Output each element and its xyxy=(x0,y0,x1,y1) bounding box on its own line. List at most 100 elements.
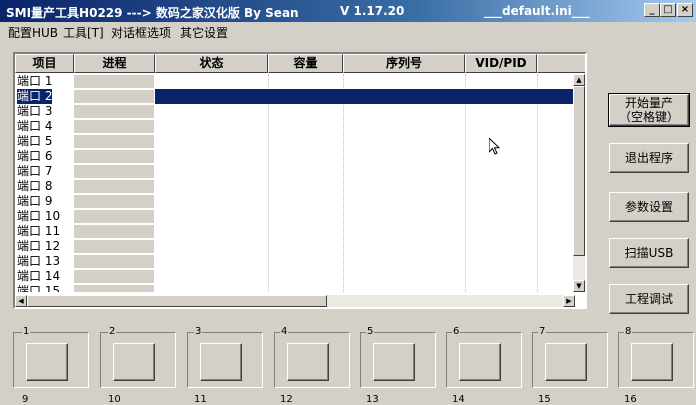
table-row-selected[interactable]: 端口 2 xyxy=(15,89,575,104)
list-header: 项目 进程 状态 容量 序列号 VID/PID xyxy=(15,54,585,73)
port-panel-3 xyxy=(187,332,263,388)
progress-cell xyxy=(74,105,154,118)
port-number: 7 xyxy=(538,326,547,337)
port-panel-4 xyxy=(274,332,350,388)
table-row[interactable]: 端口 12 xyxy=(15,239,575,254)
port-indicator[interactable] xyxy=(113,343,155,381)
table-row[interactable]: 端口 14 xyxy=(15,269,575,284)
port-panel-5 xyxy=(360,332,436,388)
scroll-up-icon[interactable]: ▲ xyxy=(573,74,585,86)
port-indicator[interactable] xyxy=(373,343,415,381)
port-name: 端口 9 xyxy=(17,194,53,208)
port-name: 端口 5 xyxy=(17,134,53,148)
table-row[interactable]: 端口 8 xyxy=(15,179,575,194)
close-button[interactable]: × xyxy=(677,3,693,17)
port-panel-8 xyxy=(618,332,694,388)
progress-cell xyxy=(74,120,154,133)
progress-cell xyxy=(74,75,154,88)
port-name: 端口 2 xyxy=(17,89,53,104)
col-progress[interactable]: 进程 xyxy=(74,54,155,73)
table-row[interactable]: 端口 11 xyxy=(15,224,575,239)
port-name: 端口 14 xyxy=(17,269,61,283)
col-item[interactable]: 项目 xyxy=(15,54,74,73)
start-button-line2: （空格键） xyxy=(618,110,679,124)
port-indicator[interactable] xyxy=(200,343,242,381)
progress-cell xyxy=(74,270,154,283)
parameter-settings-button[interactable]: 参数设置 xyxy=(609,192,689,222)
table-row[interactable]: 端口 7 xyxy=(15,164,575,179)
scroll-right-icon[interactable]: ▶ xyxy=(563,295,575,307)
progress-cell xyxy=(74,255,154,268)
progress-cell xyxy=(74,90,154,103)
table-row[interactable]: 端口 4 xyxy=(15,119,575,134)
port-indicator[interactable] xyxy=(545,343,587,381)
port-number: 6 xyxy=(452,326,461,337)
menu-dialog-options[interactable]: 对话框选项 xyxy=(111,24,171,41)
progress-cell xyxy=(74,210,154,223)
port-number: 2 xyxy=(108,326,117,337)
port-name: 端口 4 xyxy=(17,119,53,133)
vertical-scrollbar[interactable]: ▲ ▼ xyxy=(573,74,585,292)
table-row[interactable]: 端口 15 xyxy=(15,284,575,292)
progress-cell xyxy=(74,195,154,208)
ini-label: ___default.ini___ xyxy=(484,4,590,18)
minimize-button[interactable]: _ xyxy=(644,3,660,17)
port-number: 3 xyxy=(194,326,203,337)
progress-cell xyxy=(74,180,154,193)
mouse-cursor-icon xyxy=(489,138,501,155)
port-number: 5 xyxy=(366,326,375,337)
engineering-debug-button[interactable]: 工程调试 xyxy=(609,284,689,314)
progress-cell xyxy=(74,240,154,253)
menu-config-hub[interactable]: 配置HUB xyxy=(8,24,58,41)
scroll-left-icon[interactable]: ◀ xyxy=(15,295,27,307)
menu-tools[interactable]: 工具[T] xyxy=(63,24,104,41)
port-name: 端口 15 xyxy=(17,284,61,292)
col-filler xyxy=(537,54,585,73)
col-vidpid[interactable]: VID/PID xyxy=(465,54,537,73)
port-panel-2 xyxy=(100,332,176,388)
menu-bar: 配置HUB 工具[T] 对话框选项 其它设置 xyxy=(0,22,696,40)
vertical-scroll-thumb[interactable] xyxy=(573,86,585,256)
port-panel-1 xyxy=(13,332,89,388)
start-production-button[interactable]: 开始量产 （空格键） xyxy=(608,93,690,127)
port-indicator[interactable] xyxy=(287,343,329,381)
port-name: 端口 1 xyxy=(17,74,53,88)
col-serial[interactable]: 序列号 xyxy=(343,54,465,73)
scan-usb-button[interactable]: 扫描USB xyxy=(609,238,689,268)
port-name: 端口 7 xyxy=(17,164,53,178)
port-name: 端口 6 xyxy=(17,149,53,163)
port-name: 端口 13 xyxy=(17,254,61,268)
progress-cell xyxy=(74,165,154,178)
col-capacity[interactable]: 容量 xyxy=(268,54,343,73)
table-row[interactable]: 端口 1 xyxy=(15,74,575,89)
progress-cell xyxy=(74,150,154,163)
col-status[interactable]: 状态 xyxy=(155,54,268,73)
port-name: 端口 11 xyxy=(17,224,61,238)
title-bar: SMI量产工具H0229 ---> 数码之家汉化版 By Sean V 1.17… xyxy=(0,0,696,22)
port-name: 端口 8 xyxy=(17,179,53,193)
window-title: SMI量产工具H0229 ---> 数码之家汉化版 By Sean xyxy=(6,6,299,20)
maximize-button[interactable]: □ xyxy=(660,3,676,17)
scroll-down-icon[interactable]: ▼ xyxy=(573,280,585,292)
table-row[interactable]: 端口 10 xyxy=(15,209,575,224)
port-panel-7 xyxy=(532,332,608,388)
port-indicator[interactable] xyxy=(459,343,501,381)
port-name: 端口 12 xyxy=(17,239,61,253)
start-button-line1: 开始量产 xyxy=(624,96,673,110)
port-list[interactable]: 项目 进程 状态 容量 序列号 VID/PID 端口 1 端口 2 端口 3 端… xyxy=(13,52,587,309)
port-number: 8 xyxy=(624,326,633,337)
port-indicator[interactable] xyxy=(631,343,673,381)
port-indicator[interactable] xyxy=(26,343,68,381)
selection-highlight xyxy=(155,89,575,104)
menu-other-settings[interactable]: 其它设置 xyxy=(180,24,228,41)
exit-program-button[interactable]: 退出程序 xyxy=(609,143,689,173)
list-rows: 端口 1 端口 2 端口 3 端口 4 端口 5 端口 6 端口 7 端口 8 … xyxy=(15,74,575,292)
horizontal-scrollbar[interactable]: ◀ ▶ xyxy=(15,295,575,307)
table-row[interactable]: 端口 13 xyxy=(15,254,575,269)
port-number: 4 xyxy=(280,326,289,337)
horizontal-scroll-thumb[interactable] xyxy=(27,295,327,307)
port-panel-6 xyxy=(446,332,522,388)
table-row[interactable]: 端口 9 xyxy=(15,194,575,209)
progress-cell xyxy=(74,285,154,292)
table-row[interactable]: 端口 3 xyxy=(15,104,575,119)
